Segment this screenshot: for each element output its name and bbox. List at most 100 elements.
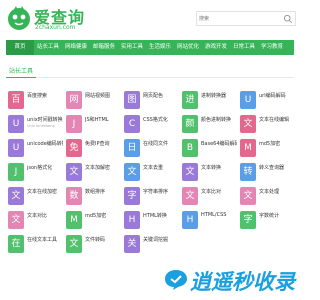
tool-icon: 转 [240,163,256,181]
tool-tile[interactable]: 字字数统计 [238,210,294,232]
tool-tile[interactable]: 图网页配色 [122,90,178,112]
nav-item[interactable]: 首页 [6,40,34,55]
search-icon[interactable] [283,14,293,24]
nav-item[interactable]: 邮箱服务 [90,40,118,55]
tool-tile[interactable]: B Base64编码解码 [180,138,237,160]
tool-tile[interactable]: 文文本加解密 [64,162,120,184]
tool-icon: B [182,139,198,157]
tool-name: 字数统计 [259,213,280,219]
tool-tile[interactable]: 网网站视频图 [64,90,120,112]
tool-name: 网站视频图 [85,93,111,99]
tool-icon: J [8,163,24,181]
tool-tile[interactable]: Uunix时间戳转换 Unix timestamp [6,114,63,136]
tool-tile[interactable]: H HTML/CSS [180,210,236,232]
tool-name: 文本去重 [143,165,164,171]
tool-name: 文本在线编辑 [259,117,290,123]
tool-name: 在线同文件 [143,141,169,147]
main-nav: 首页 站长工具 网络健康 邮箱服务 实用工具 生活娱乐 网站优化 游戏开发 日常工具 学习教育 [6,40,294,55]
tool-tile[interactable]: 颜颜色进制转换 [180,114,236,136]
search-box [196,11,296,26]
tool-tile[interactable]: 文文本转换 [180,162,236,184]
nav-item[interactable]: 网站优化 [174,40,202,55]
tool-tile[interactable]: 关关键词挖掘 [122,234,178,256]
tool-name: md5加密 [85,213,107,219]
logo-subtitle: 2chaxun.com [35,24,76,31]
tool-icon: J [66,115,82,133]
logo[interactable]: 爱查询 2chaxun.com [6,3,86,35]
tool-tile[interactable]: 在在线文本工具 [6,234,62,256]
tool-tile[interactable]: 文文件转码 [64,234,120,256]
tool-name: Base64编码解码 [201,141,237,147]
tool-icon: 文 [8,211,24,229]
tool-name: HTML/CSS [201,212,227,218]
tool-tile[interactable]: 日在线同文件 [122,138,178,160]
tool-name: 文本对比 [27,213,48,219]
tool-tile[interactable]: Mmd5加密 [238,138,294,160]
nav-item[interactable]: 实用工具 [118,40,146,55]
tool-icon: 网 [66,91,82,109]
tool-tile[interactable]: Jjson格式化 [6,162,62,184]
tool-tile[interactable]: 文文本在线加密 [6,186,62,208]
tool-name: 百度搜索 [27,93,48,99]
tool-tile[interactable]: 字字符串排序 [122,186,178,208]
search-input[interactable] [199,13,277,24]
tool-name: 数组排序 [85,189,106,195]
tool-tile[interactable]: 免免费IP查询 [64,138,120,160]
tool-tile[interactable]: 文文本比对 [180,186,236,208]
tool-name: 转义查询器 [259,165,285,171]
tool-icon: 文 [240,187,256,205]
tool-tile[interactable]: 数数组排序 [64,186,120,208]
tool-icon: M [66,211,82,229]
tool-tile[interactable]: 百百度搜索 [6,90,62,112]
tool-icon: U [240,91,256,109]
nav-item[interactable]: 学习教育 [258,40,286,55]
logo-icon [8,6,30,30]
header: 爱查询 2chaxun.com [0,0,300,40]
watermark: 逍遥秒收录 [164,266,296,294]
tool-icon: 字 [240,211,256,229]
tool-tile[interactable]: 文文本处理 [238,186,294,208]
tool-tile[interactable]: 文文本去重 [122,162,178,184]
tool-icon: U [8,115,24,133]
tool-icon: U [8,139,24,157]
tool-icon: H [124,211,140,229]
tool-tile[interactable]: C CSS格式化 [122,114,178,136]
tool-name: JS和HTML [85,117,109,123]
tool-name: 关键词挖掘 [143,237,169,243]
nav-item[interactable]: 生活娱乐 [146,40,174,55]
tool-tile[interactable]: Uurl编码解码 [238,90,294,112]
watermark-bubble-icon [165,270,187,290]
tool-icon: C [124,115,140,133]
tool-tile[interactable]: Uunicode编码转换 [6,138,63,160]
tool-name: unicode编码转换 [27,141,63,147]
tool-name: CSS格式化 [143,117,168,123]
tool-name: 文本比对 [201,189,222,195]
tool-name: 网页配色 [143,93,164,99]
tool-tile[interactable]: J JS和HTML [64,114,120,136]
tool-name: 免费IP查询 [85,141,110,147]
tool-icon: 免 [66,139,82,157]
tool-icon: 文 [66,235,82,253]
nav-item[interactable]: 日常工具 [230,40,258,55]
nav-item[interactable]: 网络健康 [62,40,90,55]
tool-name: 文本在线加密 [27,189,58,195]
tool-icon: 文 [240,115,256,133]
tool-icon: 文 [66,163,82,181]
tool-tile[interactable]: 进进制转换器 [180,90,236,112]
tool-icon: 关 [124,235,140,253]
tool-icon: 文 [8,187,24,205]
tool-name: 文本加解密 [85,165,111,171]
tool-name: 字符串排序 [143,189,169,195]
tool-tile[interactable]: 文文本在线编辑 [238,114,294,136]
tool-tile[interactable]: 文文本对比 [6,210,62,232]
nav-item[interactable]: 游戏开发 [202,40,230,55]
page: 爱查询 2chaxun.com 首页站长工具网络健康邮箱服务实用工具生活娱乐网站… [0,0,300,300]
tool-tile[interactable]: Mmd5加密 [64,210,120,232]
tool-icon: 字 [124,187,140,205]
nav-item[interactable]: 站长工具 [34,40,62,55]
tool-name: json格式化 [27,165,53,171]
tool-description: Unix timestamp [27,124,55,128]
tool-icon: 文 [182,163,198,181]
tool-tile[interactable]: 转转义查询器 [238,162,294,184]
tool-tile[interactable]: H HTML转换 [122,210,178,232]
